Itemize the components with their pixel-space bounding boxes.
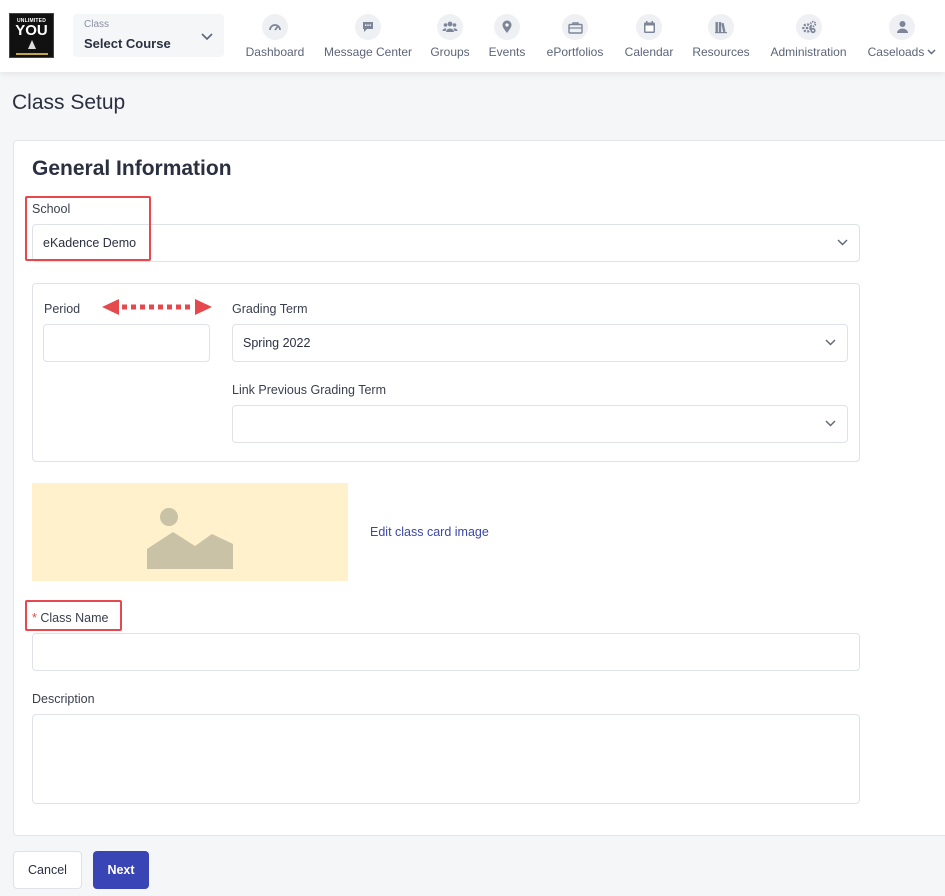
class-name-input[interactable] bbox=[32, 633, 860, 671]
grading-term-select[interactable]: Spring 2022 bbox=[232, 324, 848, 362]
cancel-button[interactable]: Cancel bbox=[13, 851, 82, 889]
nav-calendar[interactable]: Calendar bbox=[625, 14, 673, 60]
grading-term-value: Spring 2022 bbox=[243, 336, 311, 350]
page-title: Class Setup bbox=[12, 91, 126, 114]
grading-term-label: Grading Term bbox=[232, 302, 308, 316]
class-selector-value: Select Course bbox=[84, 36, 171, 51]
school-label: School bbox=[32, 202, 71, 216]
logo-stripe bbox=[15, 53, 48, 55]
section-title: General Information bbox=[32, 157, 232, 180]
calendar-icon bbox=[636, 14, 662, 40]
map-pin-icon bbox=[494, 14, 520, 40]
user-icon bbox=[889, 14, 915, 40]
users-icon bbox=[437, 14, 463, 40]
nav-label: Groups bbox=[430, 45, 470, 59]
chevron-down-icon bbox=[927, 49, 936, 55]
school-select-value: eKadence Demo bbox=[43, 236, 137, 250]
class-name-label-text: Class Name bbox=[40, 611, 109, 625]
nav-label: Message Center bbox=[323, 45, 413, 59]
chevron-down-icon bbox=[201, 33, 213, 41]
chat-bubble-icon bbox=[355, 14, 381, 40]
chevron-down-icon bbox=[825, 420, 836, 427]
period-label: Period bbox=[44, 302, 81, 316]
nav-label: Caseloads bbox=[867, 45, 925, 59]
next-button[interactable]: Next bbox=[93, 851, 149, 889]
briefcase-icon bbox=[562, 14, 588, 40]
books-icon bbox=[708, 14, 734, 40]
period-input[interactable] bbox=[43, 324, 210, 362]
logo-mark-icon bbox=[27, 40, 36, 49]
nav-label: Resources bbox=[692, 45, 750, 59]
chevron-down-icon bbox=[825, 339, 836, 346]
nav-label: Administration bbox=[770, 45, 847, 59]
description-label: Description bbox=[32, 692, 95, 706]
nav-eportfolios[interactable]: ePortfolios bbox=[545, 14, 605, 60]
description-textarea[interactable] bbox=[32, 714, 860, 804]
nav-administration[interactable]: Administration bbox=[769, 14, 848, 60]
nav-message-center[interactable]: Message Center bbox=[323, 14, 413, 60]
gauge-icon bbox=[262, 14, 288, 40]
nav-groups[interactable]: Groups bbox=[430, 14, 470, 60]
nav-label: Dashboard bbox=[245, 45, 305, 59]
edit-class-card-image-link[interactable]: Edit class card image bbox=[370, 525, 489, 539]
image-placeholder-icon bbox=[147, 508, 233, 569]
nav-resources[interactable]: Resources bbox=[692, 14, 750, 60]
class-card-image-placeholder bbox=[32, 483, 348, 581]
required-asterisk: * bbox=[32, 611, 37, 625]
link-previous-term-select[interactable] bbox=[232, 405, 848, 443]
class-selector-caption: Class bbox=[84, 19, 110, 30]
nav-label: ePortfolios bbox=[546, 45, 604, 59]
caseloads-label-wrap: Caseloads bbox=[868, 40, 937, 59]
class-name-label: * Class Name bbox=[32, 611, 108, 625]
chevron-down-icon bbox=[837, 239, 848, 246]
nav-label: Calendar bbox=[624, 45, 674, 59]
top-navigation-bar: UNLIMITED YOU Class Select Course Dashbo… bbox=[0, 0, 945, 72]
double-arrow-annotation-icon bbox=[102, 299, 212, 315]
gears-icon bbox=[795, 14, 822, 40]
unlimited-you-logo[interactable]: UNLIMITED YOU bbox=[9, 13, 54, 58]
nav-events[interactable]: Events bbox=[489, 14, 525, 60]
class-course-selector[interactable]: Class Select Course bbox=[73, 14, 224, 57]
school-select[interactable]: eKadence Demo bbox=[32, 224, 860, 262]
link-previous-term-label: Link Previous Grading Term bbox=[232, 383, 387, 397]
nav-label: Events bbox=[488, 45, 526, 59]
logo-text-main: YOU bbox=[15, 22, 48, 39]
nav-dashboard[interactable]: Dashboard bbox=[246, 14, 304, 60]
nav-caseloads[interactable]: Caseloads bbox=[867, 14, 937, 60]
